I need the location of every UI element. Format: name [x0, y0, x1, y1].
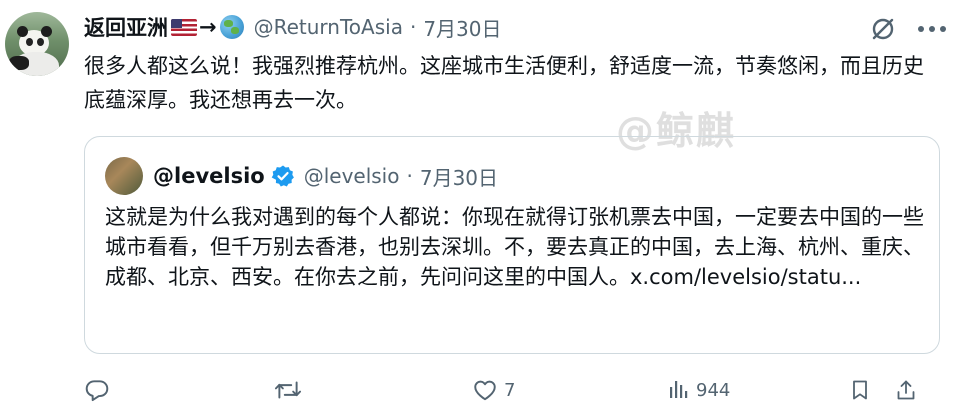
retweet-button[interactable] [274, 372, 308, 408]
views-icon [670, 381, 688, 398]
more-icon[interactable] [918, 26, 946, 34]
quoted-author-avatar[interactable] [105, 157, 143, 195]
quoted-author-handle: @levelsio [303, 164, 400, 188]
post-date[interactable]: 7月30日 [423, 13, 501, 42]
view-count: 944 [696, 379, 731, 401]
reply-button[interactable] [84, 372, 116, 408]
panda-eye [26, 38, 33, 46]
author-display-name[interactable]: 返回亚洲 [84, 12, 168, 42]
share-button[interactable] [894, 372, 918, 408]
quoted-post[interactable]: @levelsio @levelsio · 7月30日 这就是为什么我对遇到的每… [84, 136, 940, 354]
views-button[interactable]: 944 [666, 372, 730, 408]
like-count: 7 [504, 379, 516, 401]
quoted-author-display-name: @levelsio [153, 164, 265, 188]
header-separator: · [409, 15, 417, 39]
post-actions-bar: 7 944 [84, 372, 954, 408]
reply-icon [85, 380, 109, 402]
verified-badge-icon [271, 165, 294, 187]
retweet-icon [274, 381, 302, 399]
grok-icon[interactable] [870, 16, 896, 42]
share-icon [897, 380, 915, 400]
post-header: 返回亚洲 → @ReturnToAsia · 7月30日 [84, 10, 502, 44]
bookmark-icon [853, 380, 867, 400]
name-arrow: → [199, 15, 217, 39]
quoted-post-date: 7月30日 [419, 165, 499, 190]
panda-ear [17, 26, 28, 37]
like-button[interactable]: 7 [472, 372, 515, 408]
bookmark-button[interactable] [848, 372, 872, 408]
author-handle[interactable]: @ReturnToAsia [254, 15, 403, 39]
quoted-post-header: @levelsio @levelsio · 7月30日 [153, 159, 498, 193]
panda-eye [37, 38, 44, 46]
earth-asia-icon [219, 15, 244, 39]
panda-arm [9, 56, 29, 70]
quoted-header-separator: · [406, 164, 413, 188]
post-text: 很多人都这么说！我强烈推荐杭州。这座城市生活便利，舒适度一流，节奏悠闲，而且历史… [84, 54, 924, 112]
panda-ear [41, 26, 52, 37]
author-avatar[interactable] [5, 12, 69, 76]
heart-icon [474, 380, 496, 401]
quoted-post-text: 这就是为什么我对遇到的每个人都说：你现在就得订张机票去中国，一定要去中国的一些城… [105, 205, 924, 289]
us-flag-icon [171, 18, 197, 36]
